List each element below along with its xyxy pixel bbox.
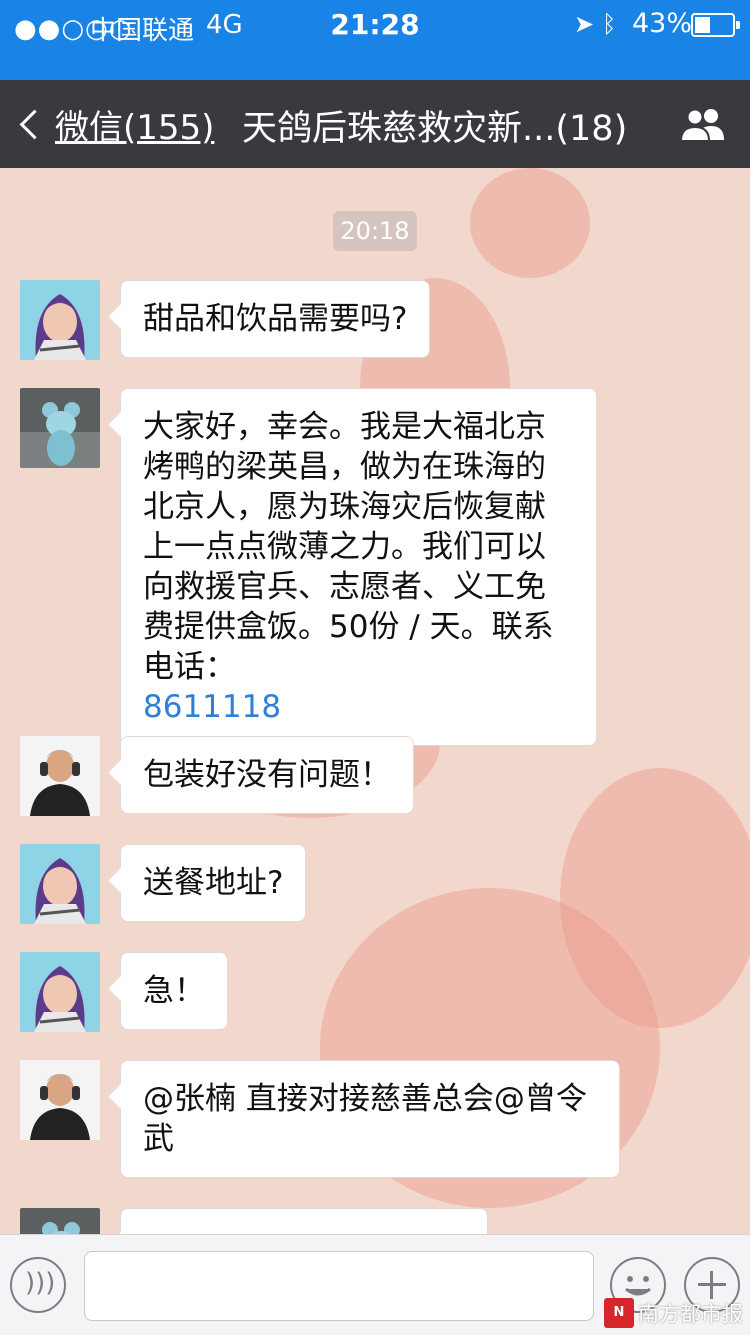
message-input[interactable] (84, 1251, 594, 1321)
battery-fill (695, 17, 710, 33)
message-bubble[interactable]: @张楠 直接对接慈善总会@曾令武 (120, 1060, 620, 1178)
message-text: 送餐地址? (143, 865, 284, 901)
message-row (20, 1208, 488, 1234)
newspaper-logo-icon: N (604, 1298, 634, 1328)
message-row: 包装好没有问题！ (20, 736, 414, 816)
back-button[interactable]: 微信(155) (18, 100, 214, 149)
avatar[interactable] (20, 736, 100, 816)
watermark: N 南方都市报 (604, 1298, 743, 1328)
battery-tip (736, 21, 740, 29)
status-bar: ●●○○○ 中国联通 4G 21:28 ➤ ᛒ 43% (0, 0, 750, 80)
watermark-text: 南方都市报 (638, 1302, 743, 1326)
message-bubble[interactable] (120, 1208, 488, 1234)
message-text: 急！ (143, 973, 205, 1009)
nav-bar: 微信(155) 天鸽后珠慈救灾新...(18) (0, 80, 750, 168)
message-text: @张楠 直接对接慈善总会@曾令武 (143, 1081, 587, 1157)
avatar[interactable] (20, 1208, 100, 1234)
message-row: 甜品和饮品需要吗? (20, 280, 431, 360)
phone-link[interactable]: 8611118 (143, 689, 281, 725)
message-bubble[interactable]: 送餐地址? (120, 844, 307, 922)
back-label: 微信(155) (55, 108, 215, 148)
message-bubble[interactable]: 甜品和饮品需要吗? (120, 280, 431, 358)
avatar[interactable] (20, 844, 100, 924)
message-text: 大家好，幸会。我是大福北京烤鸭的梁英昌，做为在珠海的北京人，愿为珠海灾后恢复献上… (143, 409, 554, 685)
chat-area[interactable]: 20:18 甜品和饮品需要吗? 大家好，幸会。我是大福北京烤鸭的梁英昌，做为在珠… (0, 168, 750, 1234)
avatar[interactable] (20, 388, 100, 468)
message-bubble[interactable]: 大家好，幸会。我是大福北京烤鸭的梁英昌，做为在珠海的北京人，愿为珠海灾后恢复献上… (120, 388, 597, 746)
location-arrow-icon: ➤ (574, 10, 595, 38)
message-bubble[interactable]: 包装好没有问题！ (120, 736, 414, 814)
message-text: 包装好没有问题！ (143, 757, 391, 793)
avatar[interactable] (20, 280, 100, 360)
avatar[interactable] (20, 952, 100, 1032)
message-timestamp: 20:18 (333, 211, 417, 251)
battery-percent: 43% (632, 8, 693, 39)
message-text: 甜品和饮品需要吗? (143, 301, 408, 337)
voice-icon: ))) (25, 1268, 56, 1298)
message-bubble[interactable]: 急！ (120, 952, 228, 1030)
background-heart (470, 168, 590, 278)
bluetooth-icon: ᛒ (602, 10, 617, 38)
message-row: 急！ (20, 952, 228, 1032)
voice-input-button[interactable]: ))) (10, 1257, 66, 1313)
avatar[interactable] (20, 1060, 100, 1140)
message-row: 送餐地址? (20, 844, 307, 924)
message-row: @张楠 直接对接慈善总会@曾令武 (20, 1060, 620, 1178)
message-row: 大家好，幸会。我是大福北京烤鸭的梁英昌，做为在珠海的北京人，愿为珠海灾后恢复献上… (20, 388, 597, 746)
chevron-left-icon (19, 109, 50, 140)
chat-title: 天鸽后珠慈救灾新...(18) (242, 109, 628, 149)
background-heart (560, 768, 750, 1028)
group-members-icon[interactable] (680, 106, 726, 142)
battery-icon (691, 13, 740, 37)
